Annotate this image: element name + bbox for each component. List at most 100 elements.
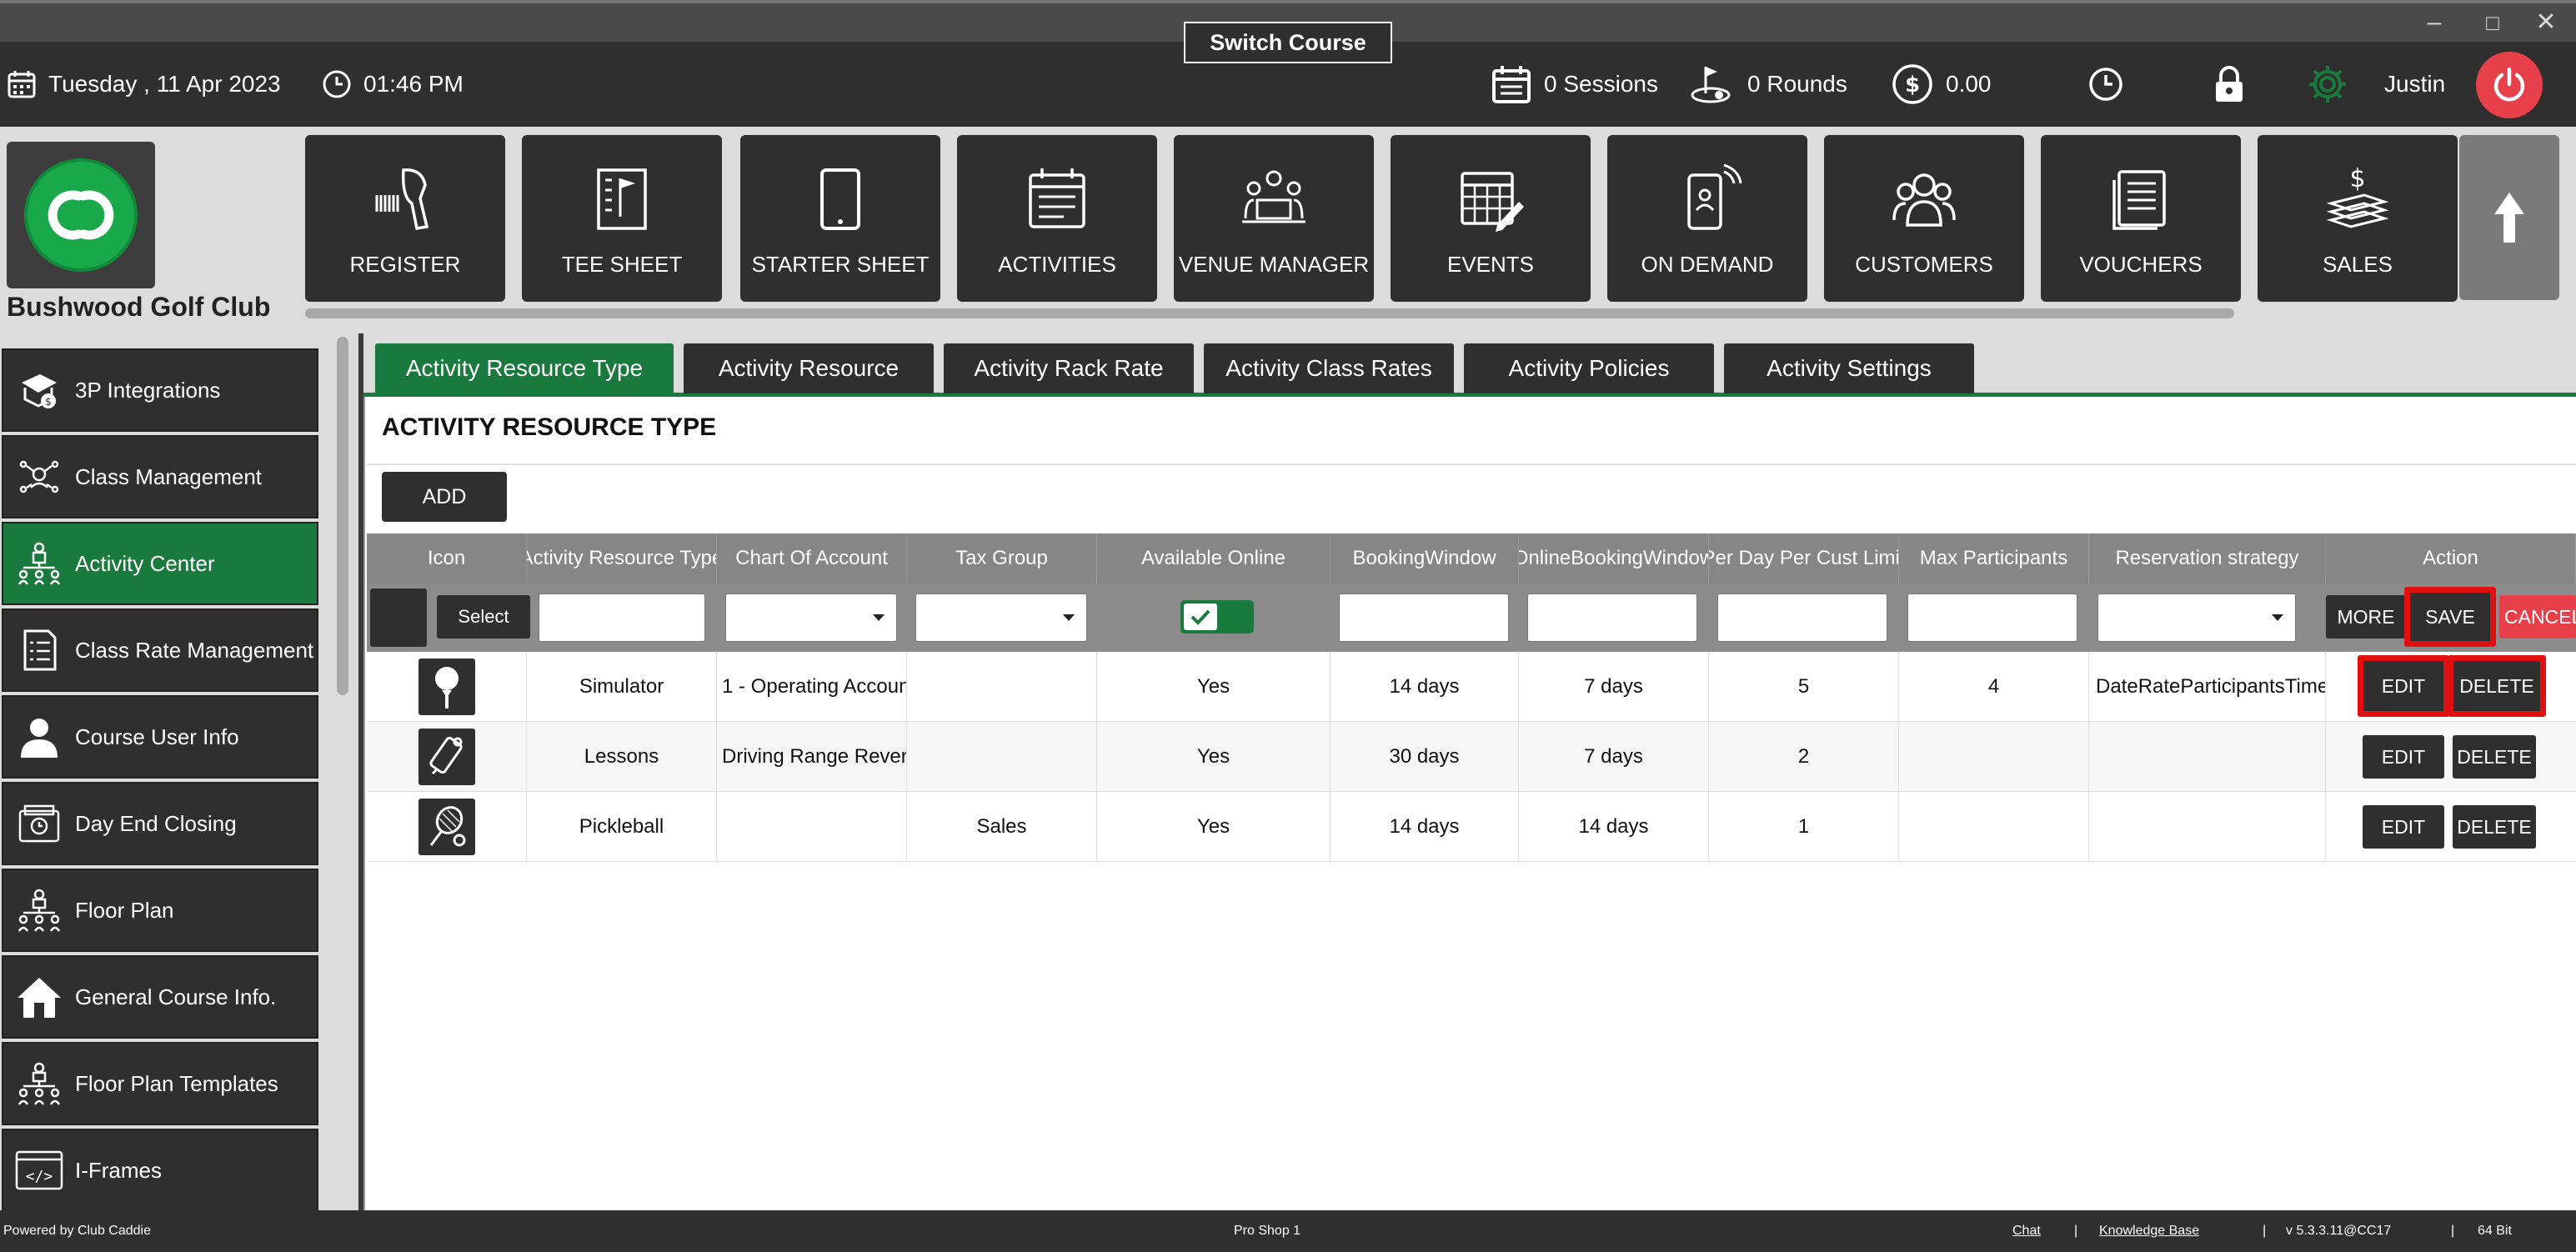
sidebar-item-floor-plan[interactable]: Floor Plan <box>2 869 318 952</box>
reservation-strategy-select[interactable] <box>2097 593 2296 642</box>
settings-button[interactable] <box>2306 42 2361 127</box>
tab-activity-resource[interactable]: Activity Resource <box>684 343 934 393</box>
tee-sheet-icon <box>587 163 657 233</box>
sidebar-item-general-course-info[interactable]: General Course Info. <box>2 955 318 1039</box>
nav-tile-venue-manager[interactable]: VENUE MANAGER <box>1174 135 1374 302</box>
nav-tile-label: TEE SHEET <box>561 252 683 277</box>
lock-button[interactable] <box>2213 42 2258 127</box>
sidebar-item-i-frames[interactable]: </> I-Frames <box>2 1129 318 1212</box>
chart-of-account-select[interactable] <box>725 593 897 642</box>
sidebar-item-activity-center[interactable]: Activity Center <box>2 522 318 605</box>
save-button[interactable]: SAVE <box>2404 587 2496 647</box>
delete-button[interactable]: DELETE <box>2453 735 2536 779</box>
minimize-button[interactable]: – <box>2409 3 2459 42</box>
events-calendar-icon <box>1456 163 1526 233</box>
cell-online-booking: 7 days <box>1519 652 1709 722</box>
cell-tax <box>907 652 1097 722</box>
more-button[interactable]: MORE <box>2326 595 2406 639</box>
cell-online: Yes <box>1097 652 1331 722</box>
cell-account <box>717 792 907 862</box>
cell-max <box>1899 722 2089 792</box>
power-button[interactable] <box>2476 52 2543 118</box>
date-text: Tuesday , 11 Apr 2023 <box>48 71 281 97</box>
column-header-per-day-per-cust-limit: Per Day Per Cust Limit <box>1709 533 1899 583</box>
tab-activity-settings[interactable]: Activity Settings <box>1724 343 1974 393</box>
knowledge-base-link[interactable]: Knowledge Base <box>2099 1210 2199 1252</box>
nav-tile-on-demand[interactable]: ON DEMAND <box>1607 135 1807 302</box>
sidebar-item-floor-plan-templates[interactable]: Floor Plan Templates <box>2 1042 318 1125</box>
column-header-activity-resource-type: Activity Resource Type <box>527 533 717 583</box>
footer-separator: | <box>2451 1224 2455 1238</box>
balance-display[interactable]: $ 0.00 <box>1891 42 1992 127</box>
sidebar-scrollbar[interactable] <box>337 337 348 695</box>
nav-tile-starter-sheet[interactable]: STARTER SHEET <box>740 135 940 302</box>
edit-button[interactable]: EDIT <box>2363 805 2444 849</box>
nav-tile-tee-sheet[interactable]: TEE SHEET <box>522 135 722 302</box>
activities-icon <box>1022 163 1092 233</box>
column-header-reservation-strategy: Reservation strategy <box>2089 533 2326 583</box>
per-day-limit-input[interactable] <box>1717 593 1887 642</box>
divider <box>367 463 2576 465</box>
tab-activity-class-rates[interactable]: Activity Class Rates <box>1204 343 1454 393</box>
cell-strategy <box>2089 792 2326 862</box>
delete-button[interactable]: DELETE <box>2453 805 2536 849</box>
sidebar-item-label: 3P Integrations <box>75 377 221 403</box>
booking-window-input[interactable] <box>1339 593 1509 642</box>
svg-text:$: $ <box>2349 164 2365 193</box>
tab-activity-rack-rate[interactable]: Activity Rack Rate <box>944 343 1194 393</box>
cell-booking: 30 days <box>1331 722 1519 792</box>
switch-course-button[interactable]: Switch Course <box>1184 22 1392 63</box>
cell-tax <box>907 722 1097 792</box>
online-booking-window-input[interactable] <box>1527 593 1697 642</box>
nav-tile-label: STARTER SHEET <box>751 252 930 277</box>
sidebar-item-3p-integrations[interactable]: $3P Integrations <box>2 348 318 432</box>
nav-tile-label: ON DEMAND <box>1641 252 1774 277</box>
sidebar-item-course-user-info[interactable]: Course User Info <box>2 695 318 779</box>
edit-button[interactable]: EDIT <box>2363 735 2444 779</box>
horizontal-scrollbar[interactable] <box>305 308 2234 318</box>
nav-tile-events[interactable]: EVENTS <box>1391 135 1591 302</box>
club-name: Bushwood Golf Club <box>7 292 271 322</box>
add-button[interactable]: ADD <box>382 472 507 522</box>
sidebar-item-day-end-closing[interactable]: Day End Closing <box>2 782 318 865</box>
clock-icon <box>2089 68 2122 101</box>
scroll-up-button[interactable] <box>2459 135 2559 300</box>
sidebar-item-class-rate-management[interactable]: Class Rate Management <box>2 608 318 692</box>
nav-tile-customers[interactable]: CUSTOMERS <box>1824 135 2024 302</box>
tab-activity-policies[interactable]: Activity Policies <box>1464 343 1714 393</box>
chat-link[interactable]: Chat <box>2012 1210 2041 1252</box>
sessions-text: 0 Sessions <box>1544 71 1658 97</box>
sessions-display[interactable]: 0 Sessions <box>1491 42 1658 127</box>
available-online-toggle[interactable] <box>1180 600 1254 634</box>
nav-tile-activities[interactable]: ACTIVITIES <box>957 135 1157 302</box>
knowledge-base-text: Knowledge Base <box>2099 1224 2200 1238</box>
nav-tile-label: ACTIVITIES <box>998 252 1116 277</box>
cell-booking: 14 days <box>1331 792 1519 862</box>
time-clock-button[interactable] <box>2087 42 2136 127</box>
sidebar-item-class-management[interactable]: Class Management <box>2 435 318 518</box>
nav-tile-sales[interactable]: $ SALES <box>2258 135 2458 302</box>
delete-button[interactable]: DELETE <box>2448 655 2546 717</box>
maximize-button[interactable]: □ <box>2468 3 2518 42</box>
select-icon-button[interactable]: Select <box>437 595 530 639</box>
gear-icon <box>2309 66 2346 103</box>
rate-document-icon <box>17 628 62 673</box>
vouchers-icon <box>2106 163 2176 233</box>
cell-icon <box>367 792 527 862</box>
column-header-tax-group: Tax Group <box>907 533 1097 583</box>
sidebar-item-label: Class Management <box>75 463 262 489</box>
nav-tile-register[interactable]: REGISTER <box>305 135 505 302</box>
nav-tile-label: VENUE MANAGER <box>1178 252 1370 277</box>
tablet-icon <box>805 163 875 233</box>
resource-type-input[interactable] <box>539 593 705 642</box>
row-icon <box>418 659 475 715</box>
close-window-button[interactable]: ✕ <box>2521 3 2571 42</box>
tab-activity-resource-type[interactable]: Activity Resource Type <box>375 343 674 393</box>
row-icon <box>418 729 475 785</box>
cancel-button[interactable]: CANCEL <box>2499 595 2576 639</box>
tax-group-select[interactable] <box>915 593 1087 642</box>
edit-button[interactable]: EDIT <box>2358 655 2449 717</box>
rounds-display[interactable]: 0 Rounds <box>1689 42 1847 127</box>
nav-tile-vouchers[interactable]: VOUCHERS <box>2041 135 2241 302</box>
max-participants-input[interactable] <box>1907 593 2077 642</box>
